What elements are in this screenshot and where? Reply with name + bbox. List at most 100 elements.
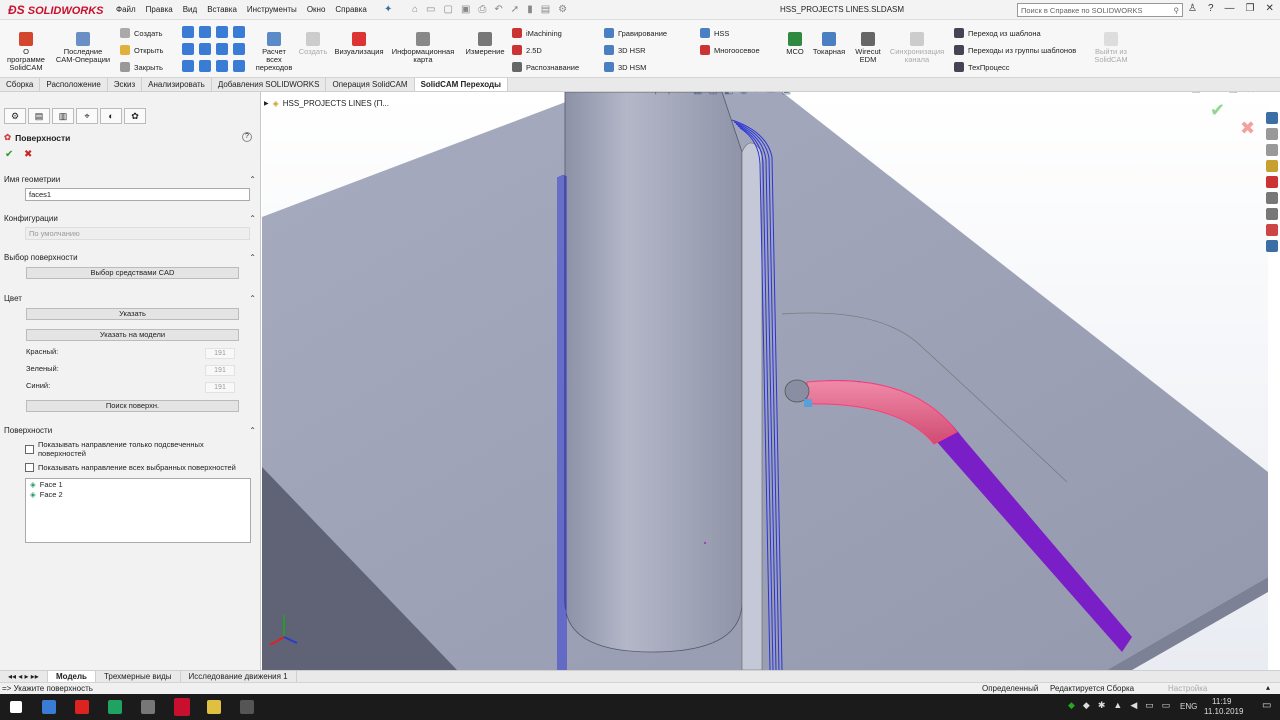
- create2-button[interactable]: Создать: [296, 32, 330, 56]
- home-icon[interactable]: ⌂: [412, 4, 418, 15]
- collapse-icon[interactable]: ⌃: [249, 175, 256, 184]
- battery-icon[interactable]: ▭: [1145, 700, 1154, 711]
- viewport-restore-icon[interactable]: ❐: [1192, 92, 1200, 96]
- clock-time[interactable]: 11:19: [1212, 697, 1231, 706]
- solidworks-taskbar-icon[interactable]: [174, 698, 190, 716]
- op-icon[interactable]: [182, 43, 194, 55]
- menu-tools[interactable]: Инструменты: [247, 5, 297, 14]
- op-icon[interactable]: [233, 60, 245, 72]
- display-style-icon[interactable]: ◧: [724, 92, 733, 96]
- view-orientation-icon[interactable]: ◫: [709, 92, 718, 96]
- config-tab-icon[interactable]: ▥: [52, 108, 74, 124]
- search-icon[interactable]: ⚲: [1174, 6, 1180, 15]
- op-icon[interactable]: [216, 60, 228, 72]
- tray-icon[interactable]: ◆: [1083, 700, 1090, 711]
- show-all-checkbox[interactable]: [25, 463, 34, 472]
- tab-analyze[interactable]: Анализировать: [142, 78, 212, 91]
- d25-button[interactable]: 2.5D: [512, 43, 542, 57]
- hide-show-icon[interactable]: ◉: [739, 92, 748, 96]
- op-icon[interactable]: [233, 26, 245, 38]
- cylinder-boss[interactable]: [564, 92, 743, 653]
- close-button-ribbon[interactable]: Закрыть: [120, 60, 163, 74]
- engraving-button[interactable]: Гравирование: [604, 26, 667, 40]
- tab-assembly[interactable]: Сборка: [0, 78, 41, 91]
- ok-button[interactable]: ✔: [5, 149, 13, 160]
- feature-tree-tab-icon[interactable]: ⚙: [4, 108, 26, 124]
- about-solidcam-button[interactable]: О программе SolidCAM: [4, 32, 48, 72]
- viewport-close-icon[interactable]: ✕: [1247, 92, 1255, 96]
- view-palette-icon[interactable]: [1266, 192, 1278, 204]
- pin-icon[interactable]: ✦: [384, 4, 392, 15]
- help-icon[interactable]: ?: [242, 132, 252, 142]
- graphics-viewport[interactable]: ▶ ◈ HSS_PROJECTS LINES (П... ⚲ ⚲ ↺ ▦ ◫ ◧…: [262, 92, 1268, 670]
- start-icon[interactable]: [10, 701, 22, 713]
- rebuild-icon[interactable]: ▮: [527, 4, 533, 15]
- tpl-group-button[interactable]: Переходы из группы шаблонов: [954, 43, 1076, 57]
- file-explorer-icon[interactable]: [1266, 160, 1278, 172]
- help-search-input[interactable]: Поиск в Справке по SOLIDWORKS ⚲: [1017, 3, 1183, 17]
- sync-button[interactable]: Синхронизация канала: [886, 32, 948, 64]
- appearance-icon[interactable]: ◐: [754, 92, 760, 96]
- collapse-icon[interactable]: ⌃: [249, 294, 256, 303]
- cad-select-button[interactable]: Выбор средствами CAD: [26, 267, 239, 279]
- visualize-button[interactable]: Визуализация: [332, 32, 386, 56]
- zoom-area-icon[interactable]: ⚲: [665, 92, 672, 96]
- new-icon[interactable]: ▭: [426, 4, 435, 15]
- specify-on-model-button[interactable]: Указать на модели: [26, 329, 239, 341]
- open-button[interactable]: Открыть: [120, 43, 163, 57]
- save-icon[interactable]: ▣: [461, 4, 470, 15]
- network-icon[interactable]: ▲: [1113, 700, 1122, 711]
- list-item[interactable]: ◈ Face 1: [26, 479, 250, 489]
- exit-solidcam-button[interactable]: Выйти из SolidCAM: [1090, 32, 1132, 64]
- op-icon[interactable]: [233, 43, 245, 55]
- resources-pane-icon[interactable]: [1266, 128, 1278, 140]
- dimxpert-tab-icon[interactable]: ⌖: [76, 108, 98, 124]
- tab-3d-views[interactable]: Трехмерные виды: [96, 671, 181, 682]
- section-view-icon[interactable]: ▦: [693, 92, 702, 96]
- restore-button[interactable]: ❐: [1246, 3, 1255, 14]
- taskbar-app-icon[interactable]: [108, 700, 122, 714]
- appearance-pane-icon[interactable]: [1266, 176, 1278, 188]
- clock-date[interactable]: 11.10.2019: [1204, 707, 1243, 716]
- multiaxis-button[interactable]: Многоосевое: [700, 43, 760, 57]
- op-icon[interactable]: [199, 43, 211, 55]
- list-item[interactable]: ◈ Face 2: [26, 489, 250, 499]
- tab-addins[interactable]: Добавления SOLIDWORKS: [212, 78, 327, 91]
- tpl-transition-button[interactable]: Переход из шаблона: [954, 26, 1041, 40]
- op-icon[interactable]: [182, 60, 194, 72]
- menu-edit[interactable]: Правка: [146, 5, 173, 14]
- green-value[interactable]: 191: [205, 365, 235, 376]
- menu-file[interactable]: Файл: [116, 5, 136, 14]
- op-icon[interactable]: [199, 60, 211, 72]
- taskbar-app-icon[interactable]: [240, 700, 254, 714]
- language-indicator[interactable]: ENG: [1180, 702, 1197, 711]
- hsr-button[interactable]: 3D HSR: [604, 43, 646, 57]
- close-button[interactable]: ✕: [1266, 3, 1274, 14]
- turning-button[interactable]: Токарная: [810, 32, 848, 56]
- tab-layout[interactable]: Расположение: [40, 78, 108, 91]
- faces-section-header[interactable]: Поверхности ⌃: [4, 426, 256, 435]
- cancel-button[interactable]: ✖: [24, 149, 32, 160]
- config-select[interactable]: По умолчанию: [25, 227, 250, 240]
- zoom-fit-icon[interactable]: ⚲: [652, 92, 659, 96]
- op-icon[interactable]: [216, 43, 228, 55]
- imachining-button[interactable]: iMachining: [512, 26, 562, 40]
- tab-model[interactable]: Модель: [48, 671, 96, 682]
- status-info-icon[interactable]: ▴: [1266, 683, 1270, 692]
- select-section-header[interactable]: Выбор поверхности ⌃: [4, 253, 256, 262]
- property-tab-icon[interactable]: ▤: [28, 108, 50, 124]
- previous-view-icon[interactable]: ↺: [679, 92, 687, 96]
- confirm-ok-icon[interactable]: ✔: [1210, 100, 1225, 121]
- feature-tree-root[interactable]: ▶ ◈ HSS_PROJECTS LINES (П...: [264, 99, 389, 108]
- user-icon[interactable]: ♙: [1188, 3, 1197, 14]
- viewport-maximize-icon[interactable]: ❐: [1229, 92, 1237, 96]
- custom-props-icon[interactable]: [1266, 208, 1278, 220]
- geometry-name-input[interactable]: faces1: [25, 188, 250, 201]
- taskbar-app-icon[interactable]: [141, 700, 155, 714]
- tab-solidcam-transitions[interactable]: SolidCAM Переходы: [414, 78, 508, 91]
- recognition-button[interactable]: Распознавание: [512, 60, 579, 74]
- calc-all-button[interactable]: Расчет всех переходов: [254, 32, 294, 72]
- tray-icon[interactable]: ◆: [1068, 700, 1075, 711]
- hss-button[interactable]: HSS: [700, 26, 729, 40]
- solidworks-logo[interactable]: ƉS SOLIDWORKS: [8, 3, 104, 17]
